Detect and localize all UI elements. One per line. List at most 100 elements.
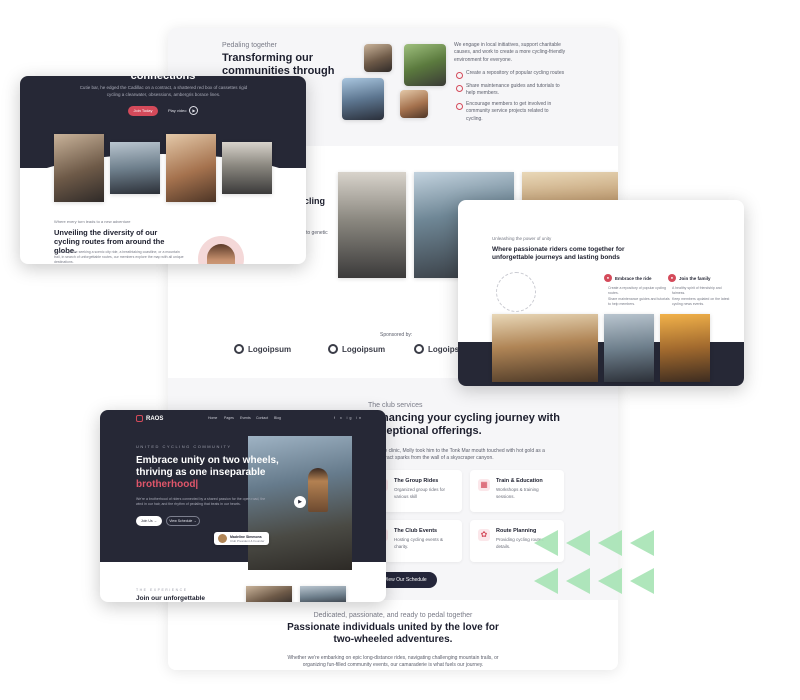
experience-kicker: THE EXPERIENCE [136, 588, 188, 592]
hero-title-main: Embrace unity on two wheels, thriving as… [136, 455, 279, 478]
service-title: The Club Events [394, 528, 438, 534]
badge-role: Club President & Founder [230, 538, 265, 543]
service-desc: Workshops & training sessions. [496, 487, 539, 499]
community-photo-1 [364, 44, 392, 72]
join-today-button[interactable]: Join Today [128, 106, 158, 116]
decor-arrow-5 [534, 568, 558, 594]
community-photo-4 [400, 90, 428, 118]
community-photo-2 [404, 44, 446, 86]
feature-embrace: ● Embrace the ride [604, 274, 652, 282]
unity-photo-2 [604, 314, 654, 382]
community-intro: We engage in local initiatives, support … [454, 42, 566, 63]
community-bullet-2: Share maintenance guides and tutorials t… [456, 83, 566, 98]
feature-embrace-item-1: Create a repository of popular cycling r… [608, 286, 666, 296]
routes-subtext: Whether you're seeking a scenic city rid… [54, 250, 184, 264]
badge-name: Madeline Simmons [230, 534, 262, 539]
community-bullet-1: Create a repository of popular cycling r… [456, 70, 576, 80]
connections-photo-4 [222, 142, 272, 194]
unity-photo-3 [660, 314, 710, 382]
service-title: The Group Rides [394, 478, 439, 484]
book-icon: ▦ [478, 479, 490, 491]
connections-card: connections Cutie bar, he edged the Cadi… [20, 76, 306, 264]
brand-mark-icon [136, 415, 143, 422]
play-video-button[interactable]: Play video ▶ [168, 106, 199, 115]
nav-pages[interactable]: Pages [224, 416, 234, 420]
sponsor-logo-2[interactable]: Logoipsum [328, 344, 385, 354]
decor-arrow-2 [566, 530, 590, 556]
community-eyebrow: Pedaling together [222, 42, 277, 49]
services-text: Ile at the clinic, Molly took him to the… [368, 448, 545, 462]
services-eyebrow: The club services [368, 402, 423, 409]
nav-blog[interactable]: Blog [274, 416, 281, 420]
members-text: Whether we're embarking on epic long-dis… [287, 655, 499, 669]
unity-photo-1 [492, 314, 598, 382]
feature-family-item-2: Keep members updated on the latest cycli… [672, 297, 730, 307]
heart-icon: ● [668, 274, 676, 282]
logo-mark-icon [414, 344, 424, 354]
decor-arrow-4 [630, 530, 654, 556]
unity-heading: Where passionate riders come together fo… [492, 246, 625, 262]
nav-contact[interactable]: Contact [256, 416, 268, 420]
routes-eyebrow: Where every turn leads to a new adventur… [54, 219, 131, 224]
nav-home[interactable]: Home [208, 416, 217, 420]
join-us-button[interactable]: Join Us → [136, 516, 162, 526]
sponsored-label: Sponsored by: [380, 332, 413, 338]
unity-eyebrow: Unleashing the power of unity [492, 236, 552, 241]
feature-family: ● Join the family [668, 274, 711, 282]
connections-photo-2 [110, 142, 160, 194]
experience-title: Join our unforgettable [136, 595, 205, 602]
brand-name: RAOS [146, 415, 164, 422]
feature-title: Join the family [679, 275, 711, 281]
decor-arrow-6 [566, 568, 590, 594]
president-badge: Madeline Simmons Club President & Founde… [214, 532, 269, 545]
community-photo-3 [342, 78, 384, 120]
hero-title: Embrace unity on two wheels, thriving as… [136, 455, 286, 491]
play-label: Play video [168, 108, 187, 113]
logo-mark-icon [234, 344, 244, 354]
routes-photo-1 [338, 172, 406, 278]
decor-arrow-7 [598, 568, 622, 594]
service-card-training[interactable]: ▦ Train & Education Workshops & training… [470, 470, 564, 512]
decor-arrow-1 [534, 530, 558, 556]
bike-icon: ● [604, 274, 612, 282]
connections-photo-3 [166, 134, 216, 202]
service-desc: Hosting cycling events & charity. [394, 537, 444, 549]
map-icon: ✿ [478, 529, 490, 541]
connections-photo-1 [54, 134, 104, 202]
social-links[interactable]: f x ig in [334, 416, 363, 420]
avatar [218, 534, 227, 543]
connections-text: Cutie bar, he edged the Cadillac on a co… [79, 85, 248, 97]
services-title: Enhancing your cycling journey with exce… [368, 412, 560, 437]
decorative-badge [496, 272, 536, 312]
decor-arrow-8 [630, 568, 654, 594]
hero-title-accent: brotherhood| [136, 479, 199, 490]
experience-photo-2 [300, 586, 346, 602]
service-title: Route Planning [496, 528, 537, 534]
community-bullet-3: Encourage members to get involved in com… [456, 101, 566, 123]
decor-arrow-3 [598, 530, 622, 556]
experience-photo-1 [246, 586, 292, 602]
members-eyebrow: Dedicated, passionate, and ready to peda… [313, 612, 473, 619]
play-icon: ▶ [189, 106, 199, 115]
service-desc: Organized group rides for various skill [394, 487, 446, 499]
feature-family-item-1: A healthy spirit of friendship and fairn… [672, 286, 722, 296]
view-schedule-hero-button[interactable]: View Schedule → [166, 516, 200, 526]
feature-title: Embrace the ride [615, 275, 652, 281]
showcase-stage: Pedaling together Transforming our commu… [0, 0, 800, 700]
routes-title-fragment: cling [304, 196, 326, 206]
feature-embrace-item-2: Share maintenance guides and tutorials t… [608, 297, 670, 307]
nav-events[interactable]: Events [240, 416, 251, 420]
unity-card: Unleashing the power of unity Where pass… [458, 200, 744, 386]
hero-play-icon[interactable]: ▶ [294, 496, 306, 508]
sponsor-logo-1[interactable]: Logoipsum [234, 344, 291, 354]
hero-card: RAOS Home Pages Events Contact Blog f x … [100, 410, 386, 602]
brand-logo[interactable]: RAOS [136, 415, 163, 422]
logo-mark-icon [328, 344, 338, 354]
members-title: Passionate individuals united by the lov… [287, 622, 499, 645]
hero-kicker: UNITED CYCLING COMMUNITY [136, 444, 232, 449]
members-section: Dedicated, passionate, and ready to peda… [168, 600, 618, 670]
hero-section: RAOS Home Pages Events Contact Blog f x … [100, 410, 386, 570]
hero-text: We're a brotherhood of riders connected … [136, 497, 266, 507]
connections-title: connections [130, 76, 196, 82]
community-title: Transforming our communities through [222, 52, 335, 77]
